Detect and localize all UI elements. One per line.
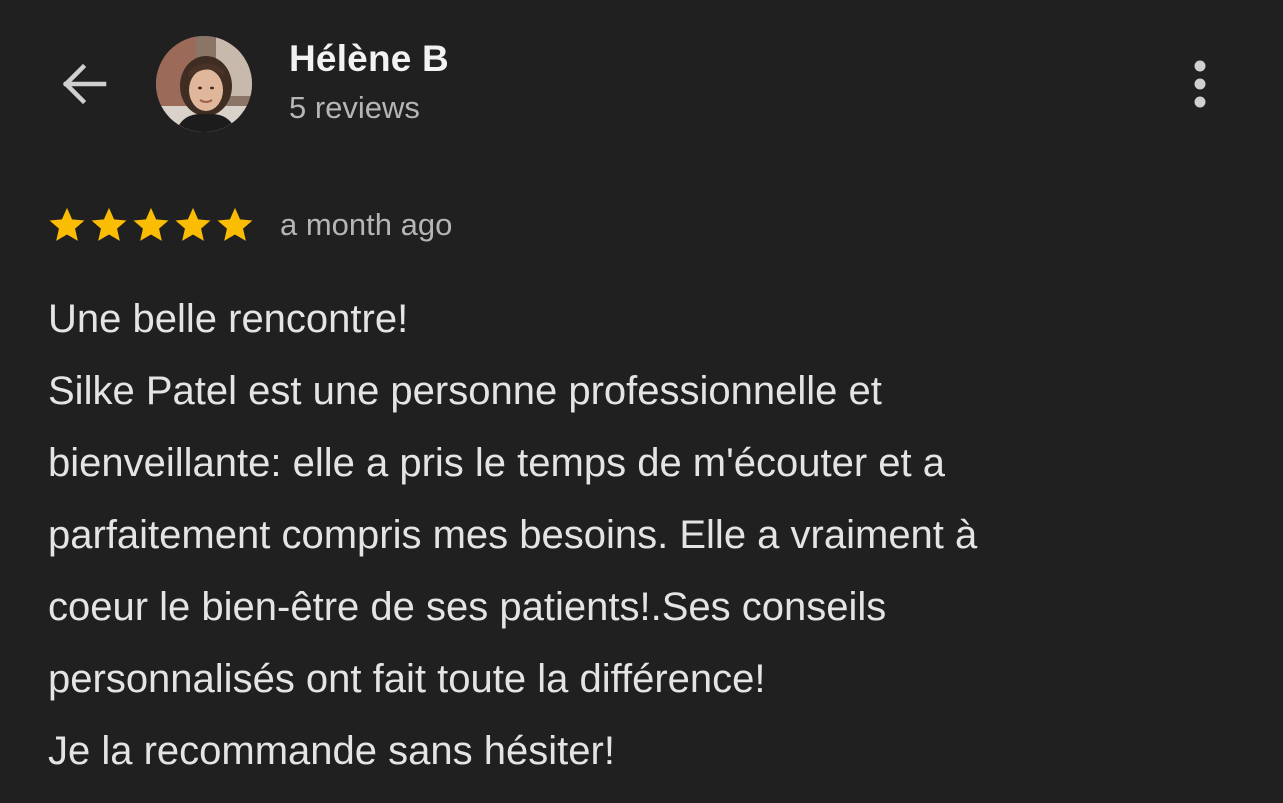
review-date: a month ago	[280, 207, 453, 242]
review-line: Une belle rencontre!	[48, 297, 409, 341]
review-line: Silke Patel est une personne professionn…	[48, 369, 882, 413]
profile-photo	[156, 36, 252, 132]
star-icon	[91, 207, 127, 241]
back-button[interactable]	[52, 52, 116, 116]
review-line: Je la recommande sans hésiter!	[48, 729, 615, 773]
review-line: coeur le bien-être de ses patients!.Ses …	[48, 585, 887, 629]
star-rating	[46, 204, 256, 246]
review-line: personnalisés ont fait toute la différen…	[48, 657, 766, 701]
arrow-back-icon	[62, 63, 107, 105]
review-line: parfaitement compris mes besoins. Elle a…	[48, 513, 978, 557]
review-text: Une belle rencontre! Silke Patel est une …	[48, 283, 1248, 787]
more-vert-icon	[1194, 60, 1206, 108]
review-count: 5 reviews	[289, 90, 420, 125]
star-icon	[175, 207, 211, 241]
avatar[interactable]	[156, 36, 252, 132]
review-screen: Hélène B 5 reviews a month ago Une belle…	[0, 0, 1283, 803]
star-icon	[217, 207, 253, 241]
more-options-button[interactable]	[1172, 48, 1228, 120]
star-icon	[49, 207, 85, 241]
review-line: bienveillante: elle a pris le temps de m…	[48, 441, 946, 485]
author-name[interactable]: Hélène B	[289, 38, 449, 80]
star-icon	[133, 207, 169, 241]
rating-row: a month ago	[46, 202, 452, 248]
